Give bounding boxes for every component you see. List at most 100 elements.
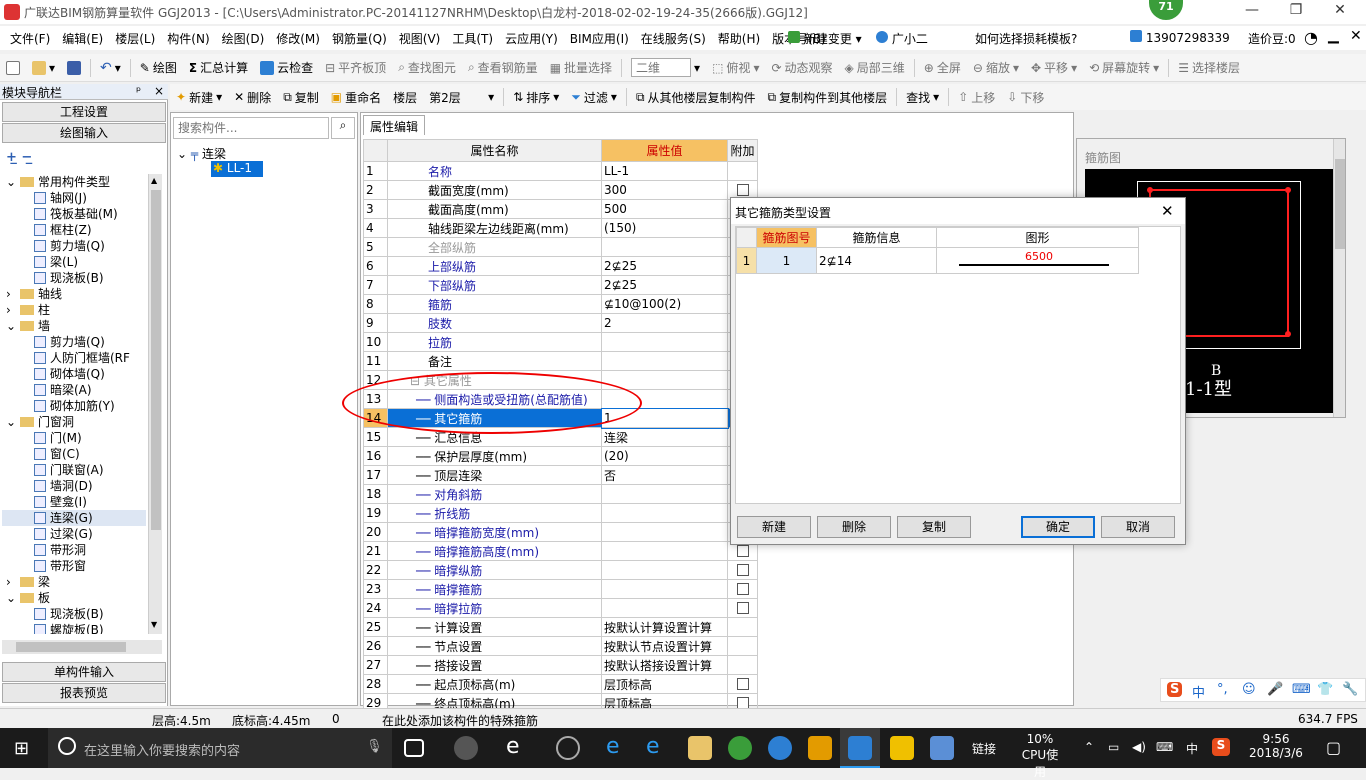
property-value[interactable] [601, 522, 728, 542]
user-account[interactable]: 13907298339 [1130, 30, 1230, 45]
property-row[interactable]: 22 ── 暗撑纵筋 [363, 560, 758, 580]
property-row[interactable]: 15 ── 汇总信息 连梁 [363, 427, 758, 447]
align-slab-button[interactable]: ⊟ 平齐板顶 [319, 59, 392, 76]
collapse-icon[interactable]: ⌄ [6, 174, 20, 190]
extra-checkbox[interactable] [736, 583, 749, 595]
col-extra[interactable]: 附加 [727, 139, 758, 162]
property-value[interactable] [601, 598, 728, 618]
property-row[interactable]: 19 ── 折线筋 [363, 503, 758, 523]
undo-button[interactable]: ↶ ▾ [94, 60, 127, 76]
report-preview-button[interactable]: 报表预览 [2, 683, 166, 703]
dialog-new-button[interactable]: 新建 [737, 516, 811, 538]
expand-icon[interactable]: › [6, 286, 20, 302]
zoom-button[interactable]: ⊖ 缩放 ▾ [967, 59, 1025, 76]
property-row[interactable]: 23 ── 暗撑箍筋 [363, 579, 758, 599]
ime-button[interactable]: °, [1217, 682, 1228, 697]
minimize-button[interactable]: — [1232, 2, 1272, 22]
price-beans[interactable]: 造价豆:0 [1248, 30, 1296, 47]
active-app-tab[interactable] [840, 728, 880, 768]
property-name[interactable]: ── 侧面构造或受扭筋(总配筋值) [387, 389, 602, 409]
tree-folder[interactable]: › 轴线 [2, 286, 146, 302]
property-value[interactable] [601, 560, 728, 580]
copy-to-floor-button[interactable]: ⧉ 复制构件到其他楼层 [762, 89, 894, 106]
tree-item[interactable]: 砌体加筋(Y) [2, 398, 146, 414]
property-row[interactable]: 5 全部纵筋 [363, 237, 758, 257]
copy-from-floor-button[interactable]: ⧉ 从其他楼层复制构件 [630, 89, 762, 106]
dialog-close-icon[interactable]: ✕ [1161, 202, 1174, 220]
new-change-menu[interactable]: 新建变更 ▾ [788, 30, 862, 47]
find-elem-button[interactable]: ⌕ 查找图元 [392, 59, 462, 76]
tree-folder[interactable]: ⌄ 墙 [2, 318, 146, 334]
taskbar-search-input[interactable]: 在这里输入你要搜索的内容 🎙 [48, 728, 392, 768]
property-name[interactable]: ── 其它箍筋 [387, 408, 602, 428]
property-value[interactable]: (20) [601, 446, 728, 466]
expand-icon[interactable]: › [6, 302, 20, 318]
dialog-ok-button[interactable]: 确定 [1021, 516, 1095, 538]
view-mode-select[interactable]: 二维 ▾ [625, 58, 706, 77]
collapse-icon[interactable]: ⌄ [6, 590, 20, 606]
property-value[interactable]: (150) [601, 218, 728, 238]
property-value[interactable]: 300 [601, 180, 728, 200]
component-search-input[interactable] [173, 117, 329, 139]
property-name[interactable]: ⊟ 其它属性 [387, 370, 602, 390]
tab-property-edit[interactable]: 属性编辑 [363, 115, 426, 135]
ime-button[interactable]: 👕 [1317, 682, 1333, 697]
dialog-copy-button[interactable]: 复制 [897, 516, 971, 538]
tree-item[interactable]: 现浇板(B) [2, 270, 146, 286]
property-name[interactable]: 全部纵筋 [387, 237, 602, 257]
new-component-button[interactable]: ✦ 新建 ▾ [170, 89, 228, 106]
search-icon[interactable]: ⌕ [331, 117, 355, 139]
mail-app-icon[interactable] [930, 736, 954, 760]
property-row[interactable]: 3 截面高度(mm) 500 [363, 199, 758, 219]
tree-item[interactable]: 过梁(G) [2, 526, 146, 542]
property-row[interactable]: 13 ── 侧面构造或受扭筋(总配筋值) [363, 389, 758, 409]
property-value[interactable]: 1 [600, 407, 729, 429]
property-name[interactable]: ── 折线筋 [387, 503, 602, 523]
new-file-button[interactable] [0, 60, 26, 75]
fan-app-icon[interactable] [454, 736, 478, 760]
scroll-up-icon[interactable]: ▲ [151, 176, 157, 185]
extra-checkbox[interactable] [736, 184, 749, 196]
tree-root-lianliang[interactable]: ⌄ ╤ 连梁 [177, 145, 226, 162]
property-row[interactable]: 11 备注 [363, 351, 758, 371]
property-name[interactable]: ── 保护层厚度(mm) [387, 446, 602, 466]
property-value[interactable] [601, 579, 728, 599]
notification-badge[interactable]: 71 [1149, 0, 1183, 20]
menu-item[interactable]: 编辑(E) [56, 30, 109, 47]
property-row[interactable]: 25 ── 计算设置 按默认计算设置计算 [363, 617, 758, 637]
property-row[interactable]: 10 拉筋 [363, 332, 758, 352]
notes-app-icon[interactable] [808, 736, 832, 760]
col-stirrup-info[interactable]: 箍筋信息 [816, 227, 937, 248]
property-row[interactable]: 12 ⊟ 其它属性 [363, 370, 758, 390]
property-name[interactable]: 备注 [387, 351, 602, 371]
menu-item[interactable]: 钢筋量(Q) [326, 30, 393, 47]
property-name[interactable]: 上部纵筋 [387, 256, 602, 276]
tree-item[interactable]: 梁(L) [2, 254, 146, 270]
property-row[interactable]: 7 下部纵筋 2⊈25 [363, 275, 758, 295]
tree-item[interactable]: 剪力墙(Q) [2, 238, 146, 254]
pin-icon[interactable]: ᵖ [136, 84, 141, 98]
tree-folder[interactable]: ⌄ 常用构件类型 [2, 174, 146, 190]
tree-item[interactable]: 剪力墙(Q) [2, 334, 146, 350]
property-name[interactable]: 拉筋 [387, 332, 602, 352]
file-explorer-icon[interactable] [688, 736, 712, 760]
drawing-input-button[interactable]: 绘图输入 [2, 123, 166, 143]
property-name[interactable]: 截面宽度(mm) [387, 180, 602, 200]
tree-scroll-thumb[interactable] [151, 190, 161, 530]
dialog-delete-button[interactable]: 删除 [817, 516, 891, 538]
property-name[interactable]: 下部纵筋 [387, 275, 602, 295]
stirrup-row[interactable]: 1 1 2⊈14 6500 [736, 247, 1139, 274]
project-settings-button[interactable]: 工程设置 [2, 102, 166, 122]
property-value[interactable]: LL-1 [601, 161, 728, 181]
tree-item[interactable]: 带形洞 [2, 542, 146, 558]
copy-component-button[interactable]: ⧉ 复制 [277, 89, 325, 106]
property-name[interactable]: ── 暗撑箍筋 [387, 579, 602, 599]
property-name[interactable]: ── 暗撑拉筋 [387, 598, 602, 618]
property-name[interactable]: ── 起点顶标高(m) [387, 674, 602, 694]
extra-checkbox[interactable] [736, 602, 749, 614]
stirrup-no-cell[interactable]: 1 [756, 247, 817, 274]
nav-close-icon[interactable]: × [154, 84, 164, 98]
property-name[interactable]: ── 对角斜筋 [387, 484, 602, 504]
menu-item[interactable]: 文件(F) [4, 30, 56, 47]
tree-hscrollbar[interactable] [2, 640, 162, 654]
